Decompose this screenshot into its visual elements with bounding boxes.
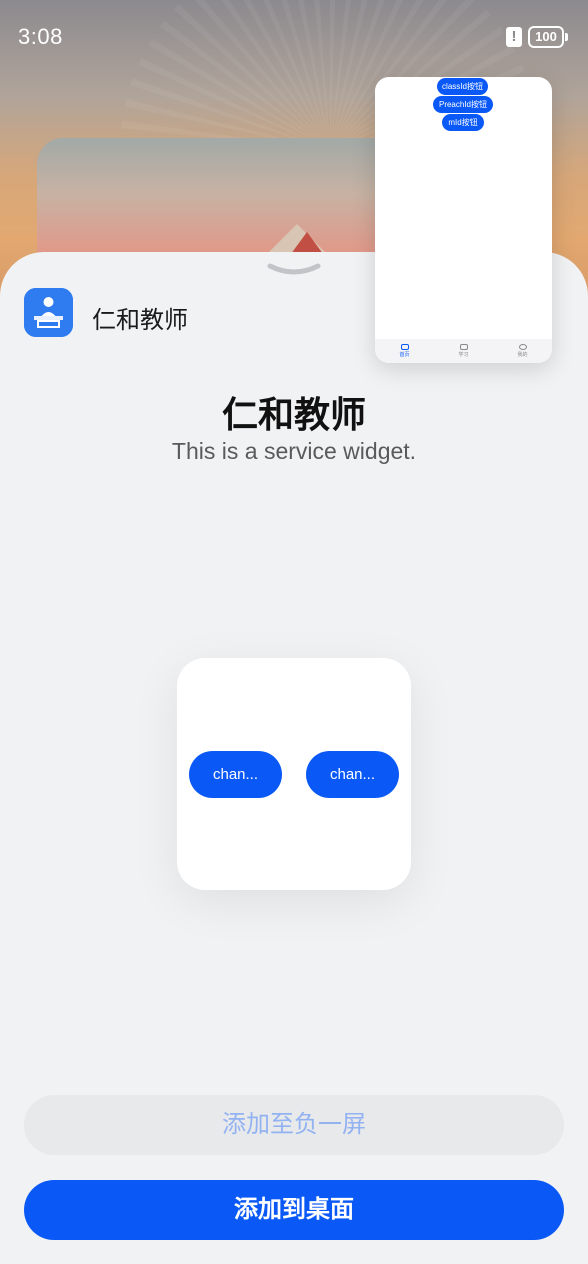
widget-preview-card: chan... chan... — [177, 658, 411, 890]
mini-tab-home: 首页 — [375, 339, 434, 363]
widget-title: 仁和教师 — [221, 394, 366, 435]
battery-cap — [565, 33, 568, 41]
mini-tab-bar: 首页 学习 我的 — [375, 339, 552, 363]
mini-tab-study: 学习 — [434, 339, 493, 363]
add-to-desktop-button[interactable]: 添加到桌面 — [24, 1180, 564, 1240]
mini-tab-label: 我的 — [517, 352, 528, 358]
status-time: 3:08 — [18, 24, 63, 49]
home-icon — [400, 344, 409, 350]
app-name: 仁和教师 — [92, 307, 188, 334]
add-to-minus-one-screen-button[interactable]: 添加至负一屏 — [24, 1095, 564, 1155]
teacher-logo-icon — [24, 288, 73, 337]
widget-button-2[interactable]: chan... — [306, 751, 399, 798]
mini-pill-mid: mId按钮 — [442, 114, 484, 131]
book-icon — [459, 344, 468, 350]
mini-pill-classid: classId按钮 — [437, 78, 488, 95]
widget-button-1[interactable]: chan... — [189, 751, 282, 798]
battery-icon: 100 — [528, 26, 564, 48]
profile-icon — [518, 344, 527, 350]
mini-pill-preachid: PreachId按钮 — [433, 96, 493, 113]
mini-tab-label: 首页 — [399, 352, 410, 358]
alert-icon: ! — [506, 27, 522, 47]
mini-tab-mine: 我的 — [493, 339, 552, 363]
widget-description: This is a service widget. — [171, 438, 417, 464]
mini-tab-label: 学习 — [458, 352, 469, 358]
app-page-preview: classId按钮 PreachId按钮 mId按钮 首页 学习 我的 — [375, 77, 552, 363]
status-bar: 3:08 ! 100 — [0, 0, 588, 76]
collapse-handle-icon[interactable] — [266, 258, 322, 280]
